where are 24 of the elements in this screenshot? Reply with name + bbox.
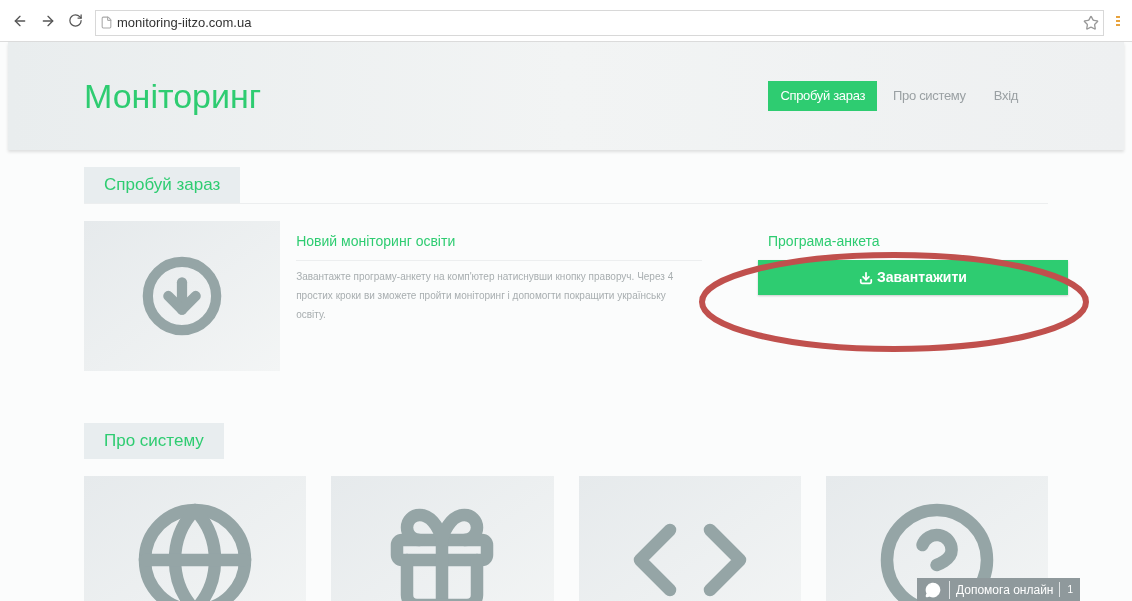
nav-link[interactable]: Спробуй зараз [768, 81, 878, 111]
nav-link[interactable]: Вхід [981, 81, 1030, 111]
feature-tile[interactable] [84, 476, 307, 601]
section-heading: Спробуй зараз [84, 167, 241, 203]
section-heading: Про систему [84, 423, 224, 459]
reload-icon[interactable] [68, 13, 83, 28]
download-title: Програма-анкета [767, 232, 881, 251]
bookmark-star-icon[interactable] [1083, 14, 1099, 31]
feature-tile[interactable] [331, 476, 554, 601]
address-field[interactable]: monitoring-iitzo.com.ua [95, 9, 1104, 36]
help-chat-toast[interactable]: Допомога онлайн 1 [917, 578, 1081, 601]
card-title: Новий моніторинг освіти [296, 231, 702, 261]
chat-label: Допомога онлайн [949, 580, 1060, 599]
chat-count: 1 [1059, 582, 1081, 597]
site-logo[interactable]: Моніторинг [84, 70, 262, 122]
download-button[interactable]: Завантажити [758, 260, 1068, 295]
card-description: Завантажте програму-анкету на комп'ютер натиснувши кнопку праворуч. Через 4 простих кроки ви зможете пройти моніторинг і допомогти покращити українську освіту. [296, 270, 675, 322]
chat-icon [925, 581, 941, 598]
download-circle-icon [141, 255, 224, 337]
nav-link[interactable]: Про систему [881, 81, 978, 111]
page-icon [100, 16, 113, 29]
browser-menu-icon[interactable] [1116, 15, 1120, 26]
feature-tile[interactable] [578, 476, 801, 601]
download-icon [859, 270, 874, 285]
